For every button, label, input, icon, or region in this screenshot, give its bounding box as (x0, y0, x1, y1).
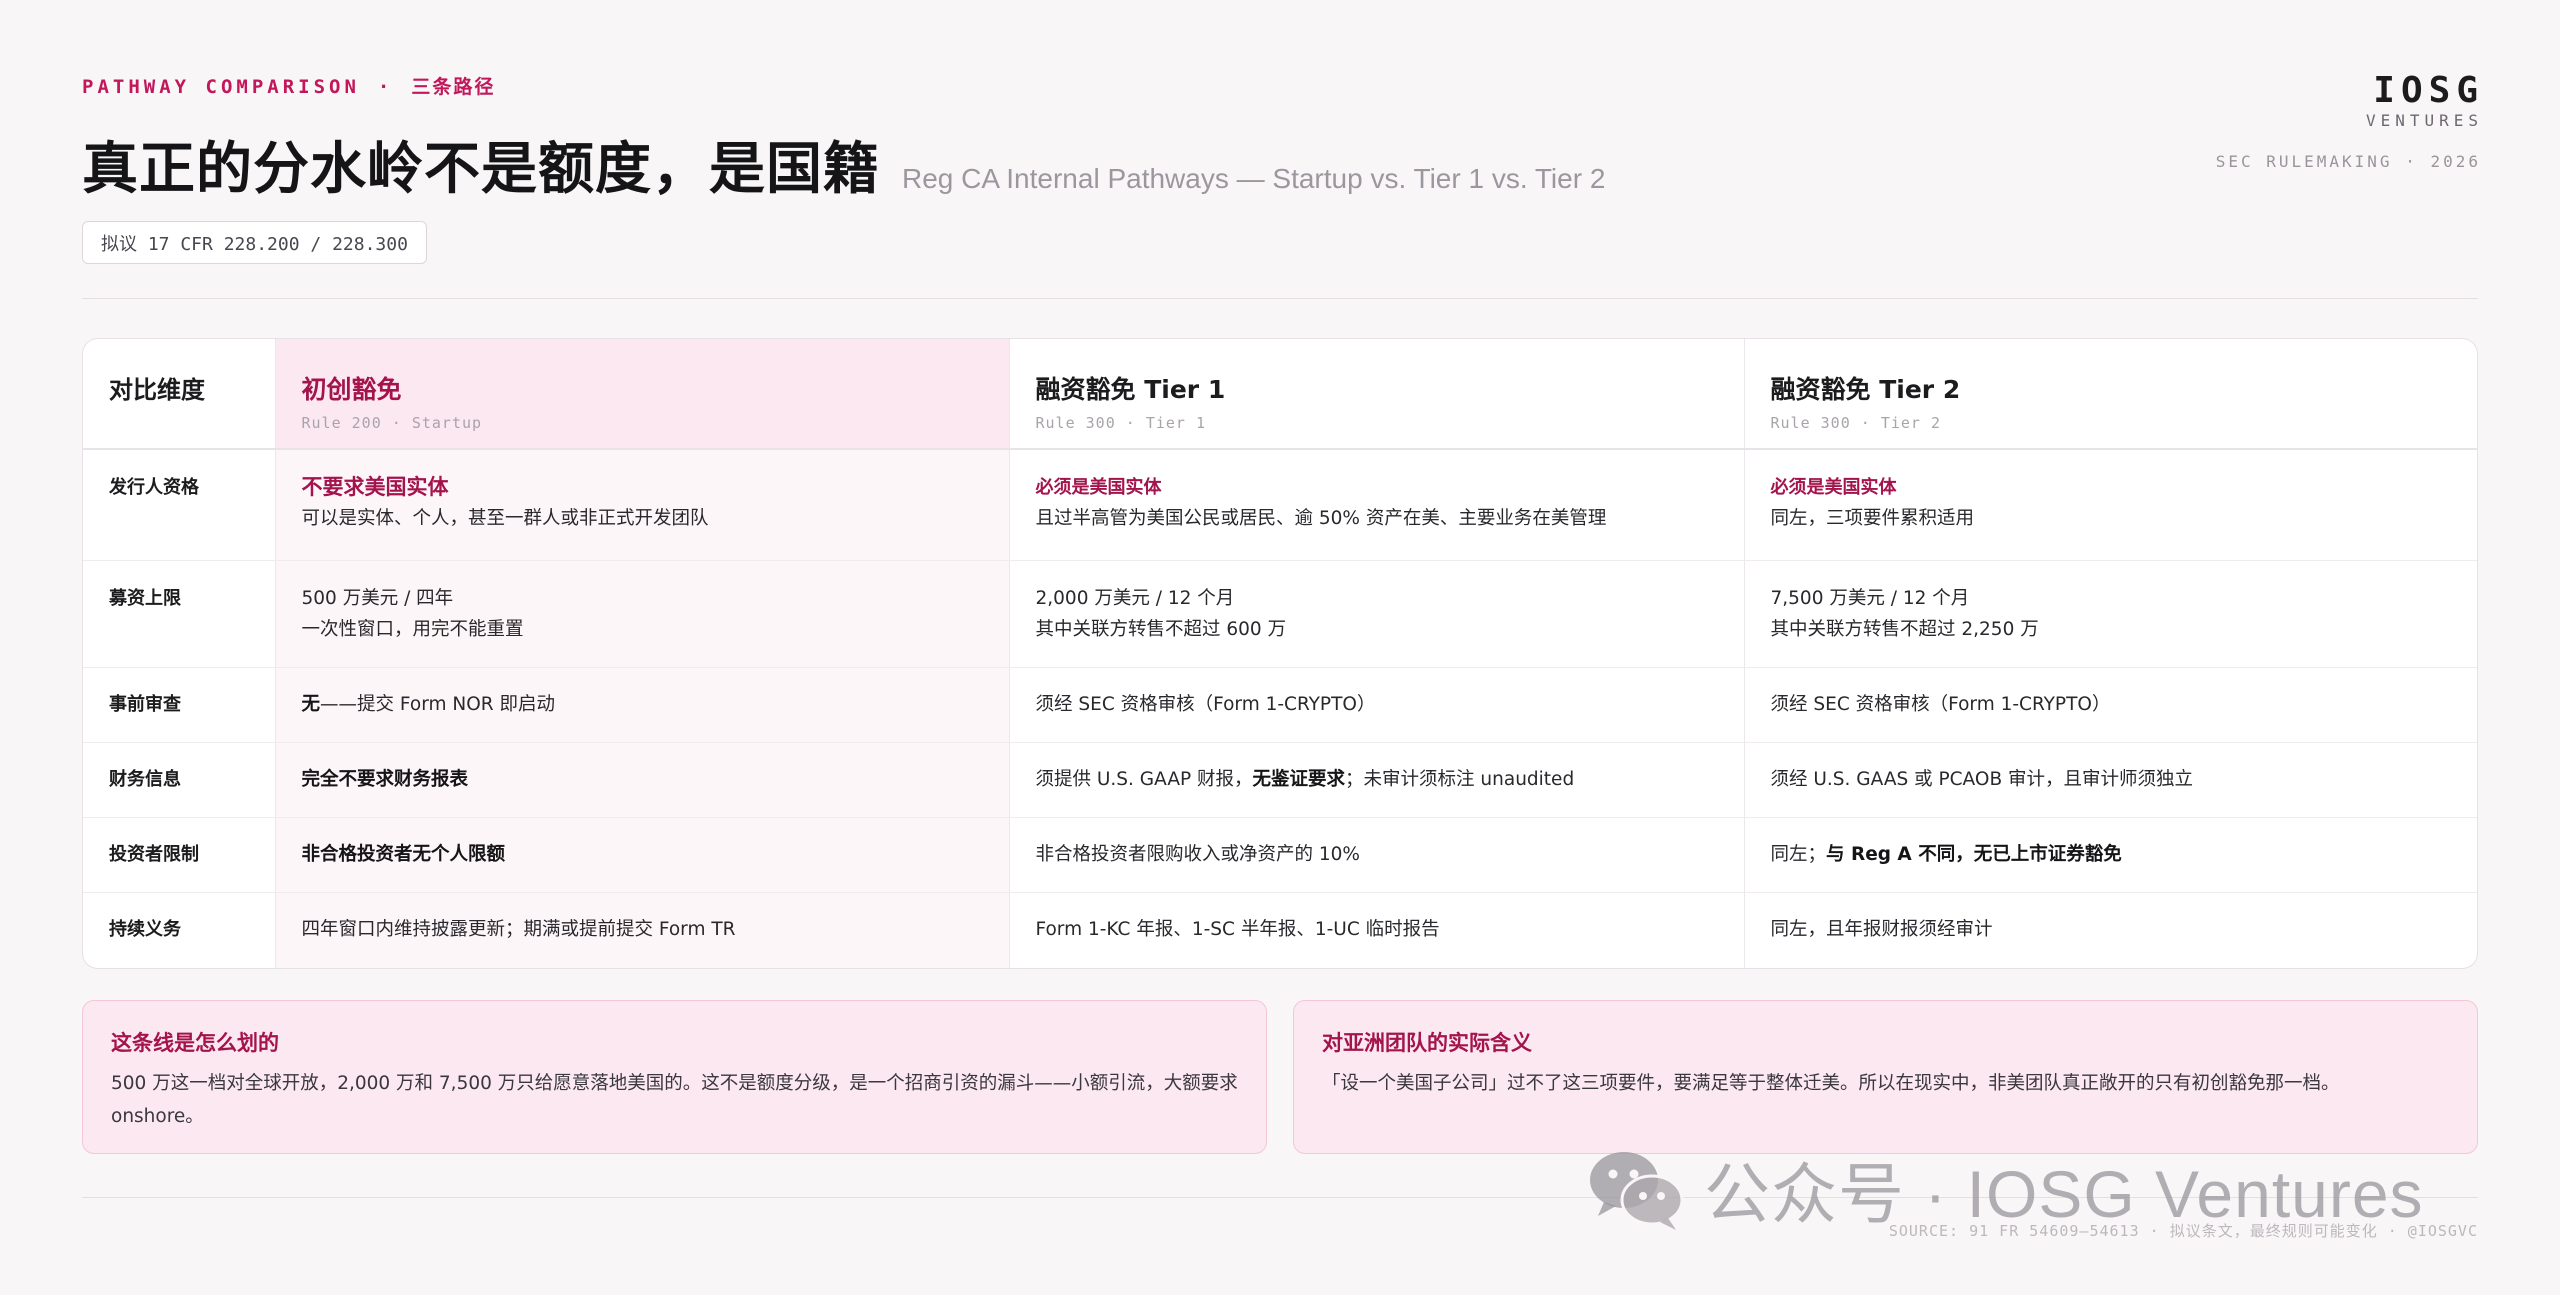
cell-emphasis: 无鉴证要求 (1252, 769, 1346, 791)
column-subtitle: Rule 300 · Tier 1 (1035, 414, 1207, 432)
table-cell: 同左，且年报财报须经审计 (1743, 892, 2477, 968)
row-label: 事前审查 (83, 667, 275, 744)
table-cell: 须经 SEC 资格审核（Form 1-CRYPTO） (1008, 667, 1744, 744)
note-body: 500 万这一档对全球开放，2,000 万和 7,500 万只给愿意落地美国的。… (111, 1073, 1238, 1127)
cell-text: 可以是实体、个人，甚至一群人或非正式开发团队 (301, 508, 709, 529)
cell-line: 一次性窗口，用完不能重置 (301, 618, 524, 640)
cell-emphasis: 无 (301, 693, 321, 715)
cell-emphasis: 完全不要求财务报表 (301, 769, 469, 791)
cell-emphasis: 必须是美国实体 (1035, 477, 1162, 498)
row-label: 募资上限 (83, 560, 275, 668)
column-title: 融资豁免 Tier 1 (1035, 375, 1226, 404)
note-title: 这条线是怎么划的 (111, 1031, 279, 1055)
column-title: 融资豁免 Tier 2 (1770, 375, 1961, 404)
row-label: 持续义务 (109, 919, 181, 941)
page-title: 真正的分水岭不是额度，是国籍 (82, 137, 880, 202)
table-cell: 须经 U.S. GAAS 或 PCAOB 审计，且审计师须独立 (1743, 742, 2477, 819)
table-cell: 7,500 万美元 / 12 个月 其中关联方转售不超过 2,250 万 (1743, 560, 2477, 668)
cell-emphasis: 与 Reg A 不同，无已上市证券豁免 (1826, 844, 2122, 866)
cell-text: 且过半高管为美国公民或居民、逾 50% 资产在美、主要业务在美管理 (1035, 508, 1607, 529)
watermark: 公众号 · IOSG Ventures (1586, 1144, 2486, 1234)
wechat-icon (1590, 1152, 1684, 1230)
table-row: 募资上限 500 万美元 / 四年 一次性窗口，用完不能重置 2,000 万美元… (83, 560, 2477, 668)
eyebrow-en: PATHWAY COMPARISON (82, 76, 360, 98)
cell-line: 7,500 万美元 / 12 个月 (1770, 587, 1970, 609)
header-divider (82, 298, 2478, 299)
table-cell: 四年窗口内维持披露更新；期满或提前提交 Form TR (274, 892, 1009, 968)
column-header-startup: 初创豁免 Rule 200 · Startup (274, 339, 1009, 450)
table-cell: 须经 SEC 资格审核（Form 1-CRYPTO） (1743, 667, 2477, 744)
row-label: 财务信息 (83, 742, 275, 819)
cell-text: 须提供 U.S. GAAP 财报， (1035, 769, 1253, 791)
table-cell: 无——提交 Form NOR 即启动 (274, 667, 1009, 744)
note-body: 「设一个美国子公司」过不了这三项要件，要满足等于整体迁美。所以在现实中，非美团队… (1322, 1073, 2340, 1094)
cell-text: 同左，三项要件累积适用 (1770, 508, 1975, 529)
brand-rulemaking: SEC RULEMAKING · 2026 (2215, 152, 2481, 171)
column-subtitle: Rule 200 · Startup (301, 414, 483, 432)
headline: 真正的分水岭不是额度，是国籍 Reg CA Internal Pathways … (82, 124, 1605, 205)
column-header-tier2: 融资豁免 Tier 2 Rule 300 · Tier 2 (1743, 339, 2477, 450)
table-cell: 必须是美国实体 且过半高管为美国公民或居民、逾 50% 资产在美、主要业务在美管… (1008, 449, 1744, 561)
comparison-table: 对比维度 初创豁免 Rule 200 · Startup 融资豁免 Tier 1… (82, 338, 2478, 969)
eyebrow-separator: · (377, 76, 394, 98)
column-subtitle: Rule 300 · Tier 2 (1770, 414, 1942, 432)
table-row: 持续义务 四年窗口内维持披露更新；期满或提前提交 Form TR Form 1-… (83, 892, 2477, 968)
cell-text: 同左； (1770, 844, 1827, 866)
cell-text: ——提交 Form NOR 即启动 (320, 693, 556, 715)
table-cell: 非合格投资者无个人限额 (274, 817, 1009, 894)
comparison-table-grid: 对比维度 初创豁免 Rule 200 · Startup 融资豁免 Tier 1… (83, 339, 2477, 968)
row-label: 投资者限制 (83, 817, 275, 894)
table-row: 发行人资格 不要求美国实体 可以是实体、个人，甚至一群人或非正式开发团队 必须是… (83, 449, 2477, 561)
table-row: 投资者限制 非合格投资者无个人限额 非合格投资者限购收入或净资产的 10% 同左… (83, 817, 2477, 894)
table-cell: 必须是美国实体 同左，三项要件累积适用 (1743, 449, 2477, 561)
watermark-text: 公众号 · IOSG Ventures (1704, 1157, 2424, 1231)
table-cell: 须提供 U.S. GAAP 财报，无鉴证要求；未审计须标注 unaudited (1008, 742, 1744, 819)
row-label: 发行人资格 (83, 449, 275, 561)
cell-line: 2,000 万美元 / 12 个月 (1035, 587, 1235, 609)
column-header-tier1: 融资豁免 Tier 1 Rule 300 · Tier 1 (1008, 339, 1744, 450)
table-row: 财务信息 完全不要求财务报表 须提供 U.S. GAAP 财报，无鉴证要求；未审… (83, 742, 2477, 819)
cell-emphasis: 非合格投资者无个人限额 (301, 844, 506, 866)
table-cell: Form 1-KC 年报、1-SC 半年报、1-UC 临时报告 (1008, 892, 1744, 968)
cell-line: 其中关联方转售不超过 600 万 (1035, 618, 1287, 640)
note-card-left: 这条线是怎么划的 500 万这一档对全球开放，2,000 万和 7,500 万只… (82, 1000, 1267, 1154)
cell-text: ；未审计须标注 unaudited (1345, 769, 1575, 791)
dimension-header: 对比维度 (83, 339, 275, 450)
cell-line: 其中关联方转售不超过 2,250 万 (1770, 618, 2039, 640)
cell-emphasis: 不要求美国实体 (301, 475, 449, 499)
cfr-tag: 拟议 17 CFR 228.200 / 228.300 (82, 221, 427, 264)
eyebrow: PATHWAY COMPARISON · 三条路径 (82, 72, 495, 99)
note-title: 对亚洲团队的实际含义 (1322, 1031, 1532, 1055)
table-cell: 不要求美国实体 可以是实体、个人，甚至一群人或非正式开发团队 (274, 449, 1009, 561)
table-cell: 500 万美元 / 四年 一次性窗口，用完不能重置 (274, 560, 1009, 668)
table-cell: 非合格投资者限购收入或净资产的 10% (1008, 817, 1744, 894)
table-cell: 完全不要求财务报表 (274, 742, 1009, 819)
cell-emphasis: 必须是美国实体 (1770, 477, 1897, 498)
page-subtitle: Reg CA Internal Pathways — Startup vs. T… (902, 163, 1606, 194)
brand-logo: IOSG (2373, 70, 2484, 111)
eyebrow-zh: 三条路径 (411, 76, 496, 98)
table-cell: 同左；与 Reg A 不同，无已上市证券豁免 (1743, 817, 2477, 894)
table-header-row: 对比维度 初创豁免 Rule 200 · Startup 融资豁免 Tier 1… (83, 339, 2477, 450)
table-row: 事前审查 无——提交 Form NOR 即启动 须经 SEC 资格审核（Form… (83, 667, 2477, 744)
column-title: 初创豁免 (301, 375, 402, 404)
note-card-right: 对亚洲团队的实际含义 「设一个美国子公司」过不了这三项要件，要满足等于整体迁美。… (1293, 1000, 2478, 1154)
table-cell: 2,000 万美元 / 12 个月 其中关联方转售不超过 600 万 (1008, 560, 1744, 668)
cell-line: 500 万美元 / 四年 (301, 587, 454, 609)
brand-ventures: VENTURES (2365, 111, 2483, 130)
brand-block: IOSG VENTURES SEC RULEMAKING · 2026 (2216, 70, 2478, 171)
